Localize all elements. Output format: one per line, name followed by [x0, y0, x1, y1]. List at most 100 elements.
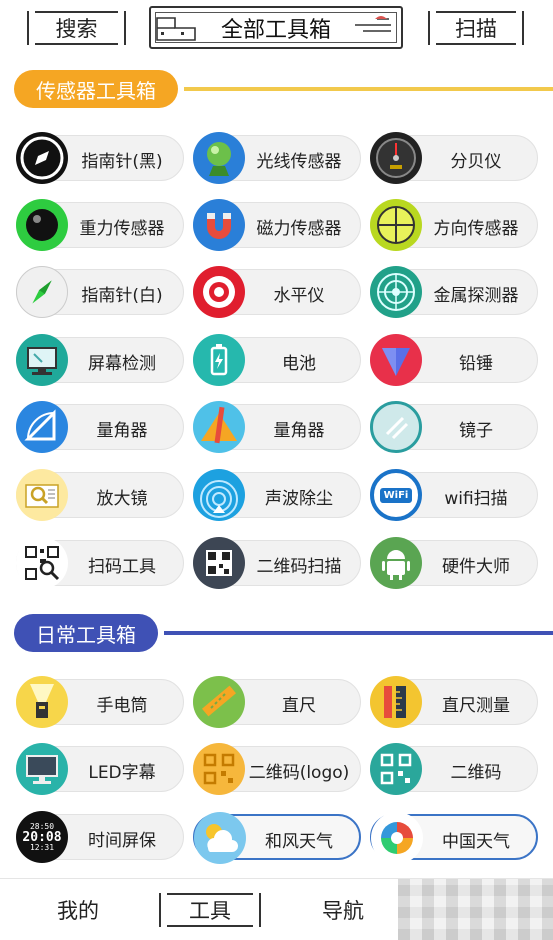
- tool-label: 指南针(白): [81, 285, 163, 306]
- tool-screen-test[interactable]: 屏幕检测: [16, 334, 184, 386]
- tool-light-sensor[interactable]: 光线传感器: [193, 132, 361, 184]
- decibel-meter-icon: [370, 132, 422, 184]
- tool-qr-code-scan[interactable]: 二维码扫描: [193, 537, 361, 589]
- nav-navigation-label: 导航: [322, 899, 364, 923]
- tool-flashlight[interactable]: 手电筒: [16, 676, 184, 728]
- tool-label: 量角器: [96, 420, 148, 441]
- section-divider: [184, 87, 553, 91]
- tool-protractor-2[interactable]: 量角器: [193, 401, 361, 453]
- tool-label: LED字幕: [88, 762, 156, 783]
- nav-tools[interactable]: 工具: [159, 893, 261, 927]
- tool-label: 铅锤: [459, 353, 493, 374]
- tool-level[interactable]: 水平仪: [193, 266, 361, 318]
- section-header-sensor: 传感器工具箱: [14, 70, 553, 108]
- ruler-measure-icon: [370, 676, 422, 728]
- tool-ruler[interactable]: 直尺: [193, 676, 361, 728]
- tool-orientation-sensor[interactable]: 方向传感器: [370, 199, 538, 251]
- title-decoration-right-icon: [355, 16, 391, 32]
- orientation-icon: [370, 199, 422, 251]
- protractor-icon: [16, 401, 68, 453]
- tool-decibel-meter[interactable]: 分贝仪: [370, 132, 538, 184]
- weather-icon: [194, 812, 246, 864]
- tool-metal-detector[interactable]: 金属探测器: [370, 266, 538, 318]
- section-title-sensor: 传感器工具箱: [14, 70, 178, 108]
- tool-label: 镜子: [459, 420, 493, 441]
- scan-button-label: 扫描: [455, 17, 497, 41]
- plumb-bob-icon: [370, 334, 422, 386]
- page-title: 全部工具箱: [149, 6, 403, 49]
- nav-navigation[interactable]: 导航: [308, 893, 378, 927]
- tool-wifi-scan[interactable]: WiFi wifi扫描: [370, 469, 538, 521]
- tool-label: 直尺测量: [442, 695, 510, 716]
- tool-label: 时间屏保: [88, 830, 156, 851]
- tool-mirror[interactable]: 镜子: [370, 401, 538, 453]
- tool-hefeng-weather[interactable]: 和风天气: [193, 812, 361, 864]
- tool-ruler-measure[interactable]: 直尺测量: [370, 676, 538, 728]
- china-weather-icon: [371, 812, 423, 864]
- tool-label: 水平仪: [273, 285, 325, 306]
- nav-mine[interactable]: 我的: [44, 893, 112, 927]
- tool-label: 分贝仪: [450, 151, 502, 172]
- tool-label: 光线传感器: [256, 151, 342, 172]
- tool-plumb-bob[interactable]: 铅锤: [370, 334, 538, 386]
- qr-icon: [370, 743, 422, 795]
- tool-label: 量角器: [273, 420, 325, 441]
- tool-battery[interactable]: 电池: [193, 334, 361, 386]
- nav-mine-label: 我的: [57, 899, 99, 923]
- tool-qr[interactable]: 二维码: [370, 743, 538, 795]
- tool-magnifier[interactable]: 放大镜: [16, 469, 184, 521]
- tool-label: 屏幕检测: [88, 353, 156, 374]
- android-icon: [370, 537, 422, 589]
- qr-scan-icon: [16, 537, 68, 589]
- tool-time-screensaver[interactable]: 28:50 20:08 12:31 时间屏保: [16, 811, 184, 863]
- tool-label: 声波除尘: [265, 488, 333, 509]
- tool-label: 指南针(黑): [81, 151, 163, 172]
- tool-label: 中国天气: [442, 831, 510, 852]
- bottom-nav: 我的 工具 导航: [0, 878, 553, 940]
- clock-icon: 28:50 20:08 12:31: [16, 811, 68, 863]
- flashlight-icon: [16, 676, 68, 728]
- tool-label: 方向传感器: [433, 218, 519, 239]
- page-title-text: 全部工具箱: [220, 17, 331, 43]
- tool-china-weather[interactable]: 中国天气: [370, 812, 538, 864]
- magnifier-icon: [16, 469, 68, 521]
- section-header-daily: 日常工具箱: [14, 614, 553, 652]
- sound-wave-icon: [193, 469, 245, 521]
- tool-label: 放大镜: [96, 488, 148, 509]
- ruler-icon: [193, 676, 245, 728]
- mirror-icon: [370, 401, 422, 453]
- clock-line-2: 20:08: [22, 829, 62, 845]
- tool-label: 和风天气: [265, 831, 333, 852]
- title-decoration-left-icon: [156, 17, 196, 41]
- radar-icon: [370, 266, 422, 318]
- tool-led-subtitle[interactable]: LED字幕: [16, 743, 184, 795]
- gravity-sensor-icon: [16, 199, 68, 251]
- tool-qr-logo[interactable]: 二维码(logo): [193, 743, 361, 795]
- tool-label: 二维码: [450, 762, 502, 783]
- tool-qr-scan[interactable]: 扫码工具: [16, 537, 184, 589]
- tool-label: 二维码扫描: [256, 556, 342, 577]
- tool-label: 硬件大师: [442, 556, 510, 577]
- tool-label: 电池: [282, 353, 316, 374]
- tool-label: 二维码(logo): [248, 762, 350, 783]
- search-button[interactable]: 搜索: [27, 11, 126, 45]
- tool-label: 直尺: [282, 695, 316, 716]
- tool-sound-dust[interactable]: 声波除尘: [193, 469, 361, 521]
- tool-label: wifi扫描: [444, 488, 508, 509]
- qr-code-icon: [193, 537, 245, 589]
- tool-gravity-sensor[interactable]: 重力传感器: [16, 199, 184, 251]
- scan-button[interactable]: 扫描: [428, 11, 524, 45]
- tool-label: 扫码工具: [88, 556, 156, 577]
- wifi-icon: WiFi: [370, 469, 422, 521]
- tool-protractor[interactable]: 量角器: [16, 401, 184, 453]
- protractor-pencil-icon: [193, 401, 245, 453]
- tool-magnet-sensor[interactable]: 磁力传感器: [193, 199, 361, 251]
- tool-compass-white[interactable]: 指南针(白): [16, 266, 184, 318]
- nav-tools-label: 工具: [189, 899, 231, 923]
- tool-hardware-master[interactable]: 硬件大师: [370, 537, 538, 589]
- section-title-daily: 日常工具箱: [14, 614, 158, 652]
- tool-compass-black[interactable]: 指南针(黑): [16, 132, 184, 184]
- search-button-label: 搜索: [55, 17, 98, 41]
- battery-icon: [193, 334, 245, 386]
- compass-white-icon: [16, 266, 68, 318]
